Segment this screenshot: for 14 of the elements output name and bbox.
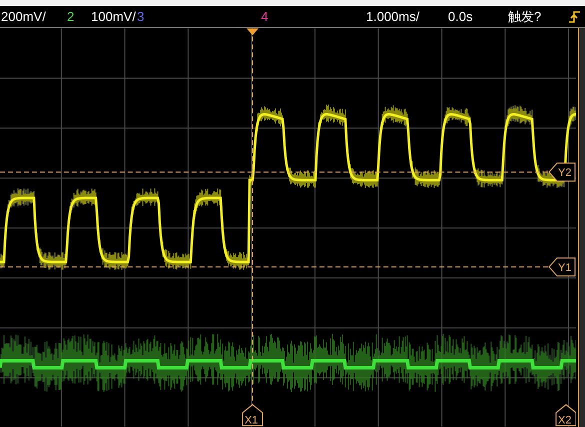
delay: 0.0s [448, 9, 474, 24]
channel-number[interactable]: 2 [67, 9, 91, 24]
channel-scale: 200mV/ [0, 9, 47, 24]
timebase: 1.000ms/ [366, 9, 420, 24]
trigger-marker-icon [246, 28, 259, 36]
cursor-label[interactable]: Y2 [548, 162, 576, 182]
cursor-label[interactable]: Y1 [548, 257, 576, 276]
cursor-label[interactable]: X1 [242, 404, 264, 427]
channel-number[interactable]: 3 [137, 9, 161, 24]
channel-number[interactable]: 4 [261, 9, 285, 24]
channel-scale: 100mV/ [91, 9, 137, 24]
trigger-status: 触发? [508, 8, 542, 26]
trigger-edge-icon [568, 10, 582, 24]
cursor-label[interactable]: X2 [556, 404, 576, 427]
